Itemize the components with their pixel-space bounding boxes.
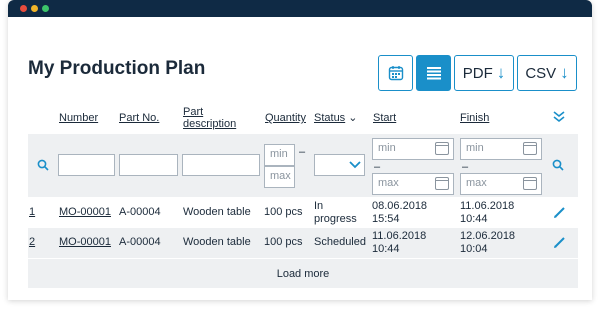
filter-status-select[interactable]	[314, 154, 365, 176]
row-start: 11.06.2018 10:44	[372, 230, 426, 256]
row-index[interactable]: 1	[29, 206, 35, 219]
row-finish: 12.06.2018 10:04	[460, 230, 515, 256]
column-header-finish[interactable]: Finish	[460, 112, 489, 124]
table-row[interactable]: 1 MO-00001 A-00004 Wooden table 100 pcs …	[28, 198, 578, 228]
quantity-range-separator: –	[299, 146, 306, 158]
row-part-no: A-00004	[119, 236, 161, 248]
search-icon[interactable]	[552, 159, 564, 171]
row-part-description: Wooden table	[183, 206, 251, 218]
row-start-time: 10:44	[372, 243, 400, 255]
filter-start-max-input[interactable]: max	[372, 173, 454, 195]
view-toolbar: PDF ↓ CSV ↓	[378, 55, 577, 91]
list-view-button[interactable]	[416, 55, 451, 91]
row-finish: 11.06.2018 10:44	[460, 200, 514, 226]
row-number-link[interactable]: MO-00001	[59, 236, 111, 249]
filter-finish-max-placeholder: max	[466, 177, 487, 189]
edit-pencil-icon[interactable]	[553, 236, 566, 249]
app-window: My Production Plan PDF ↓ CSV ↓ Number Pa…	[8, 0, 592, 300]
csv-label: CSV	[525, 64, 557, 82]
row-finish-date: 11.06.2018	[460, 200, 515, 212]
row-status-line1: In	[314, 200, 324, 212]
collapse-chevrons-icon[interactable]	[552, 110, 566, 124]
calendar-icon[interactable]	[435, 177, 449, 190]
row-quantity: 100 pcs	[264, 236, 303, 248]
row-start: 08.06.2018 15:54	[372, 200, 427, 226]
column-header-quantity[interactable]: Quantity	[265, 112, 306, 124]
row-finish-time: 10:44	[460, 213, 488, 225]
calendar-icon[interactable]	[523, 142, 537, 155]
column-header-number[interactable]: Number	[59, 112, 98, 124]
row-status: In progress	[314, 200, 357, 226]
row-finish-time: 10:04	[460, 243, 488, 255]
column-header-status-label: Status	[314, 112, 346, 124]
row-number-link[interactable]: MO-00001	[59, 206, 111, 219]
filter-finish-min-placeholder: min	[466, 142, 484, 154]
column-header-part-description-line1: Part	[183, 106, 204, 118]
download-icon: ↓	[560, 63, 569, 82]
maximize-window-button[interactable]	[42, 5, 49, 12]
calendar-view-button[interactable]	[378, 55, 413, 91]
row-status: Scheduled	[314, 236, 366, 248]
export-pdf-button[interactable]: PDF ↓	[454, 55, 514, 91]
filter-quantity-max-input[interactable]: max	[264, 166, 295, 188]
row-start-date: 11.06.2018	[372, 230, 427, 242]
filter-quantity-min-input[interactable]: min	[264, 144, 295, 166]
row-index[interactable]: 2	[29, 236, 35, 249]
start-range-separator: –	[374, 161, 381, 173]
row-start-time: 15:54	[372, 213, 400, 225]
filter-part-no-input[interactable]	[119, 154, 178, 176]
search-icon[interactable]	[37, 159, 49, 171]
row-quantity: 100 pcs	[264, 206, 303, 218]
row-start-date: 08.06.2018	[372, 200, 428, 212]
export-csv-button[interactable]: CSV ↓	[517, 55, 577, 91]
load-more-bar: Load more	[28, 259, 578, 288]
column-header-part-description-line2: description	[183, 118, 237, 130]
column-header-start[interactable]: Start	[373, 112, 396, 124]
finish-range-separator: –	[462, 161, 469, 173]
filter-part-description-input[interactable]	[182, 154, 260, 176]
row-finish-date: 12.06.2018	[460, 230, 516, 242]
column-header-status[interactable]: Status ⌄	[314, 112, 357, 124]
row-part-description: Wooden table	[183, 236, 251, 248]
download-icon: ↓	[496, 63, 506, 82]
list-icon	[426, 67, 441, 80]
filter-start-min-input[interactable]: min	[372, 138, 454, 160]
filter-number-input[interactable]	[58, 154, 115, 176]
row-status-line2: progress	[314, 213, 357, 225]
table-row[interactable]: 2 MO-00001 A-00004 Wooden table 100 pcs …	[28, 228, 578, 258]
row-part-no: A-00004	[119, 206, 161, 218]
edit-pencil-icon[interactable]	[553, 206, 566, 219]
filter-start-max-placeholder: max	[378, 177, 399, 189]
calendar-icon	[388, 66, 403, 81]
minimize-window-button[interactable]	[31, 5, 38, 12]
filter-start-min-placeholder: min	[378, 142, 396, 154]
chevron-down-icon	[349, 161, 361, 169]
title-bar	[8, 0, 592, 17]
column-header-part-description[interactable]: Part description	[183, 106, 236, 130]
close-window-button[interactable]	[20, 5, 27, 12]
filter-finish-max-input[interactable]: max	[460, 173, 542, 195]
sort-chevron-icon: ⌄	[348, 112, 358, 124]
calendar-icon[interactable]	[523, 177, 537, 190]
calendar-icon[interactable]	[435, 142, 449, 155]
page-title: My Production Plan	[28, 58, 206, 79]
load-more-button[interactable]: Load more	[28, 268, 578, 280]
column-header-part-no[interactable]: Part No.	[119, 112, 159, 124]
pdf-label: PDF	[462, 64, 493, 82]
filter-finish-min-input[interactable]: min	[460, 138, 542, 160]
